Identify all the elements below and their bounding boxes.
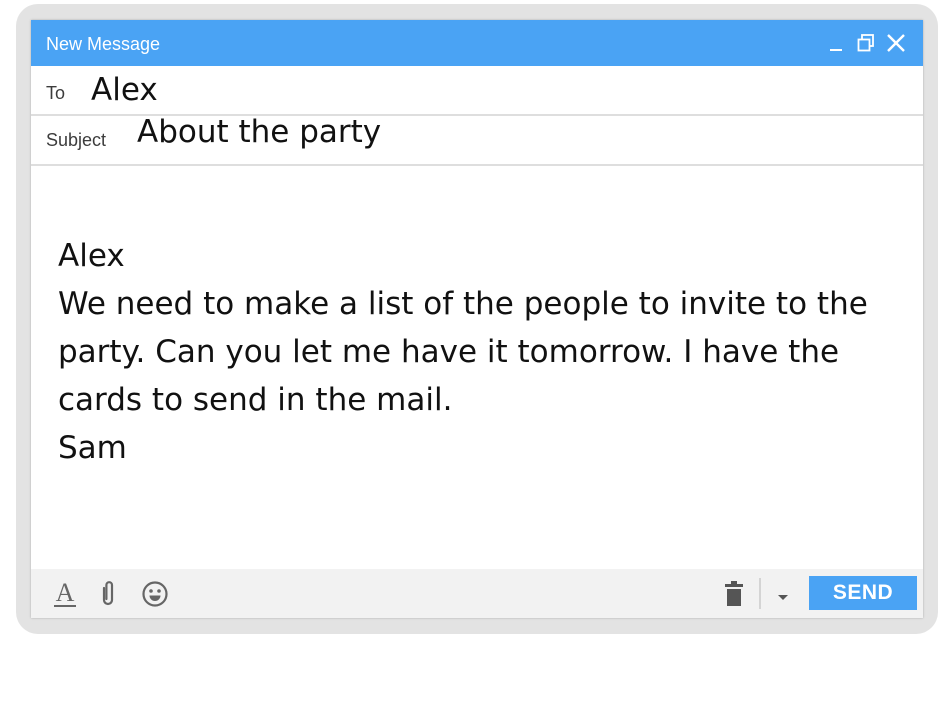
body-line: cards to send in the mail. [58, 382, 453, 418]
body-line: We need to make a list of the people to … [58, 286, 868, 322]
subject-label: Subject [46, 130, 107, 150]
to-label: To [46, 83, 66, 103]
body-line: Alex [58, 238, 125, 274]
caret-down-icon [778, 595, 788, 600]
body-line: Sam [58, 430, 127, 466]
emoji-icon [142, 581, 168, 607]
compose-toolbar: A SEND [31, 569, 923, 618]
minimize-icon [830, 49, 842, 51]
toolbar-divider [759, 578, 761, 609]
svg-text:A: A [56, 579, 75, 607]
minimize-button[interactable] [825, 30, 847, 56]
trash-icon [725, 581, 743, 606]
format-text-button[interactable]: A [50, 579, 80, 609]
compose-window: New Message To Alex Subject About the pa… [31, 20, 923, 618]
subject-field[interactable]: Subject About the party [31, 114, 923, 166]
discard-button[interactable] [719, 579, 749, 609]
attachment-icon [102, 581, 114, 606]
body-line: party. Can you let me have it tomorrow. … [58, 334, 840, 370]
send-button[interactable]: SEND [809, 576, 917, 610]
window-controls [825, 30, 907, 56]
attach-button[interactable] [93, 579, 123, 609]
popout-button[interactable] [855, 30, 877, 56]
popout-icon [857, 34, 874, 52]
message-body[interactable]: Alex We need to make a list of the peopl… [58, 232, 908, 472]
window-title: New Message [46, 34, 161, 54]
close-icon [887, 34, 905, 52]
close-button[interactable] [885, 30, 907, 56]
to-field[interactable]: To Alex [31, 66, 923, 116]
more-options-button[interactable] [768, 579, 798, 609]
emoji-button[interactable] [140, 579, 170, 609]
title-bar: New Message [31, 20, 923, 66]
format-text-icon: A [54, 579, 76, 607]
subject-input[interactable]: About the party [137, 114, 381, 150]
to-input[interactable]: Alex [91, 72, 158, 108]
